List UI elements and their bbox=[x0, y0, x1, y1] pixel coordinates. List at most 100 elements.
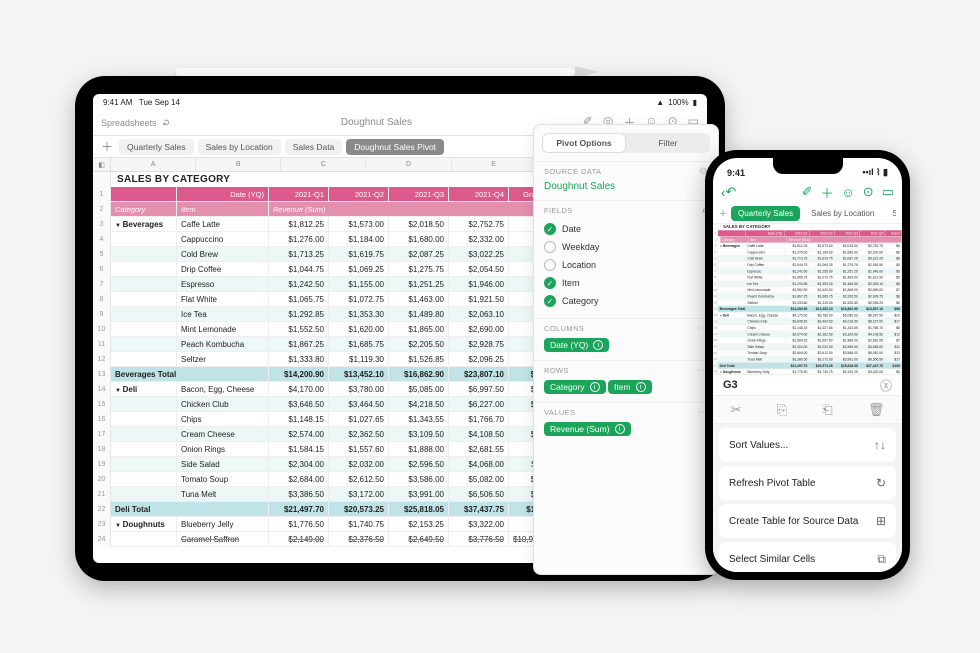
column-head[interactable]: E bbox=[452, 158, 537, 171]
row-number[interactable]: 12 bbox=[93, 352, 111, 367]
undo-icon[interactable]: ↺ bbox=[161, 119, 172, 127]
panel-segmented-control[interactable]: Pivot Options Filter bbox=[542, 133, 707, 153]
iphone-context-menu: Sort Values...↑↓ Refresh Pivot Table↻ Crea… bbox=[713, 424, 902, 572]
row-number[interactable] bbox=[93, 172, 111, 187]
row-number[interactable]: 14 bbox=[93, 382, 111, 397]
field-pill[interactable]: Categoryi bbox=[544, 380, 606, 394]
column-head[interactable]: A bbox=[111, 158, 196, 171]
select-all-corner[interactable]: ◧ bbox=[93, 158, 111, 171]
row-number[interactable]: 4 bbox=[93, 232, 111, 247]
sheet-tab[interactable]: Doughnut Sales Pivot bbox=[346, 139, 444, 155]
row-number[interactable]: 22 bbox=[93, 502, 111, 517]
row-number[interactable]: 3 bbox=[93, 217, 111, 232]
row-number[interactable]: 9 bbox=[93, 307, 111, 322]
iphone-inspector-icon[interactable]: ▭ bbox=[882, 184, 894, 200]
row-number[interactable]: 5 bbox=[93, 247, 111, 262]
info-icon[interactable]: i bbox=[590, 382, 600, 392]
cut-icon[interactable]: ✂ bbox=[731, 402, 742, 418]
copy-icon[interactable]: ⎘ bbox=[777, 402, 787, 418]
iphone-sheet-tab[interactable]: Sales by Location bbox=[804, 206, 881, 221]
iphone-add-sheet-button[interactable]: ＋ bbox=[719, 208, 727, 219]
menu-item-icon: ⊞ bbox=[876, 514, 886, 528]
iphone-status-icons: ••ıl ⌇ ▮ bbox=[862, 167, 888, 178]
sheet-tab[interactable]: Quarterly Sales bbox=[119, 139, 194, 155]
checkbox-icon[interactable] bbox=[544, 259, 556, 271]
iphone-tab-bar: ＋ Quarterly Sales Sales by Location Sa bbox=[713, 204, 902, 224]
context-menu-item[interactable]: Refresh Pivot Table↻ bbox=[719, 466, 896, 500]
row-number[interactable]: 13 bbox=[93, 367, 111, 382]
clear-cell-icon[interactable]: ⓧ bbox=[880, 377, 892, 394]
row-number[interactable]: 11 bbox=[93, 337, 111, 352]
iphone-device: 9:41 ••ıl ⌇ ▮ ‹ ↶ ✐ ＋ ☺ ⊙ ▭ ＋ Quarterly … bbox=[705, 150, 910, 580]
paste-icon[interactable]: ⎗ bbox=[822, 402, 832, 418]
context-menu-item[interactable]: Select Similar Cells⧉ bbox=[719, 542, 896, 572]
rows-label: ROWS bbox=[544, 366, 569, 375]
table-row[interactable]: 23DoughnutsBlueberry Jelly$1,776.50$1,74… bbox=[713, 369, 902, 374]
wifi-icon: ▲ bbox=[656, 98, 664, 107]
checkbox-icon[interactable]: ✓ bbox=[544, 295, 556, 307]
column-head[interactable]: B bbox=[196, 158, 281, 171]
segment-pivot-options[interactable]: Pivot Options bbox=[542, 133, 626, 153]
row-number[interactable]: 10 bbox=[93, 322, 111, 337]
cell-reference-bar: G3 ⓧ bbox=[713, 374, 902, 396]
status-time: 9:41 AM bbox=[103, 98, 132, 107]
pivot-options-panel: Pivot Options Filter SOURCE DATA⊖ Doughn… bbox=[533, 124, 707, 563]
sheet-tab[interactable]: Sales by Location bbox=[198, 139, 281, 155]
context-menu-item[interactable]: Sort Values...↑↓ bbox=[719, 428, 896, 462]
checkbox-icon[interactable]: ✓ bbox=[544, 223, 556, 235]
menu-item-icon: ↻ bbox=[876, 476, 886, 490]
info-icon[interactable]: i bbox=[593, 340, 603, 350]
iphone-spreadsheet[interactable]: SALES BY CATEGORY1Date (YQ)2021-Q12021-Q… bbox=[713, 224, 902, 374]
iphone-more-icon[interactable]: ⊙ bbox=[863, 184, 874, 200]
row-number[interactable]: 16 bbox=[93, 412, 111, 427]
checkbox-icon[interactable]: ✓ bbox=[544, 277, 556, 289]
row-number[interactable]: 19 bbox=[93, 457, 111, 472]
field-pill[interactable]: Itemi bbox=[608, 380, 652, 394]
back-button[interactable]: Spreadsheets bbox=[101, 118, 157, 128]
sheet-tab[interactable]: Sales Data bbox=[285, 139, 343, 155]
iphone-edit-action-bar: ✂ ⎘ ⎗ 🗑 bbox=[713, 396, 902, 424]
row-number[interactable]: 1 bbox=[93, 187, 111, 202]
field-pill[interactable]: Revenue (Sum)i bbox=[544, 422, 631, 436]
row-number[interactable]: 15 bbox=[93, 397, 111, 412]
row-number[interactable]: 17 bbox=[93, 427, 111, 442]
battery-percent: 100% bbox=[668, 98, 688, 107]
iphone-sheet-tab[interactable]: Quarterly Sales bbox=[731, 206, 800, 221]
delete-icon[interactable]: 🗑 bbox=[868, 402, 885, 418]
row-number[interactable]: 8 bbox=[93, 292, 111, 307]
ipad-status-bar: 9:41 AM Tue Sep 14 ▲ 100% ▮ bbox=[93, 94, 707, 110]
field-pill[interactable]: Date (YQ)i bbox=[544, 338, 609, 352]
row-number[interactable]: 21 bbox=[93, 487, 111, 502]
segment-filter[interactable]: Filter bbox=[626, 133, 707, 153]
column-head[interactable]: C bbox=[281, 158, 366, 171]
row-number[interactable]: 2 bbox=[93, 202, 111, 217]
row-number[interactable]: 24 bbox=[93, 532, 111, 547]
menu-item-icon: ↑↓ bbox=[874, 438, 886, 452]
cell-reference: G3 bbox=[723, 379, 738, 391]
row-number[interactable]: 18 bbox=[93, 442, 111, 457]
field-toggle[interactable]: Weekday bbox=[544, 238, 707, 256]
add-sheet-button[interactable]: ＋ bbox=[99, 138, 115, 155]
iphone-collab-icon[interactable]: ☺ bbox=[842, 185, 855, 200]
iphone-brush-icon[interactable]: ✐ bbox=[802, 184, 813, 200]
checkbox-icon[interactable] bbox=[544, 241, 556, 253]
info-icon[interactable]: i bbox=[636, 382, 646, 392]
values-label: VALUES bbox=[544, 408, 575, 417]
row-number[interactable]: 23 bbox=[93, 517, 111, 532]
iphone-sheet-tab[interactable]: Sa bbox=[885, 206, 896, 221]
row-number[interactable]: 7 bbox=[93, 277, 111, 292]
column-head[interactable]: D bbox=[366, 158, 451, 171]
field-toggle[interactable]: ✓Category bbox=[544, 292, 707, 310]
field-toggle[interactable]: ✓Date bbox=[544, 220, 707, 238]
source-data-value[interactable]: Doughnut Sales bbox=[544, 181, 707, 192]
info-icon[interactable]: i bbox=[615, 424, 625, 434]
row-number[interactable]: 6 bbox=[93, 262, 111, 277]
iphone-undo-icon[interactable]: ↶ bbox=[725, 184, 736, 200]
ipad-device: 9:41 AM Tue Sep 14 ▲ 100% ▮ Spreadsheets… bbox=[75, 76, 725, 581]
field-toggle[interactable]: ✓Item bbox=[544, 274, 707, 292]
row-number[interactable]: 20 bbox=[93, 472, 111, 487]
iphone-status-time: 9:41 bbox=[727, 168, 745, 178]
iphone-plus-icon[interactable]: ＋ bbox=[821, 183, 834, 202]
context-menu-item[interactable]: Create Table for Source Data⊞ bbox=[719, 504, 896, 538]
field-toggle[interactable]: Location bbox=[544, 256, 707, 274]
